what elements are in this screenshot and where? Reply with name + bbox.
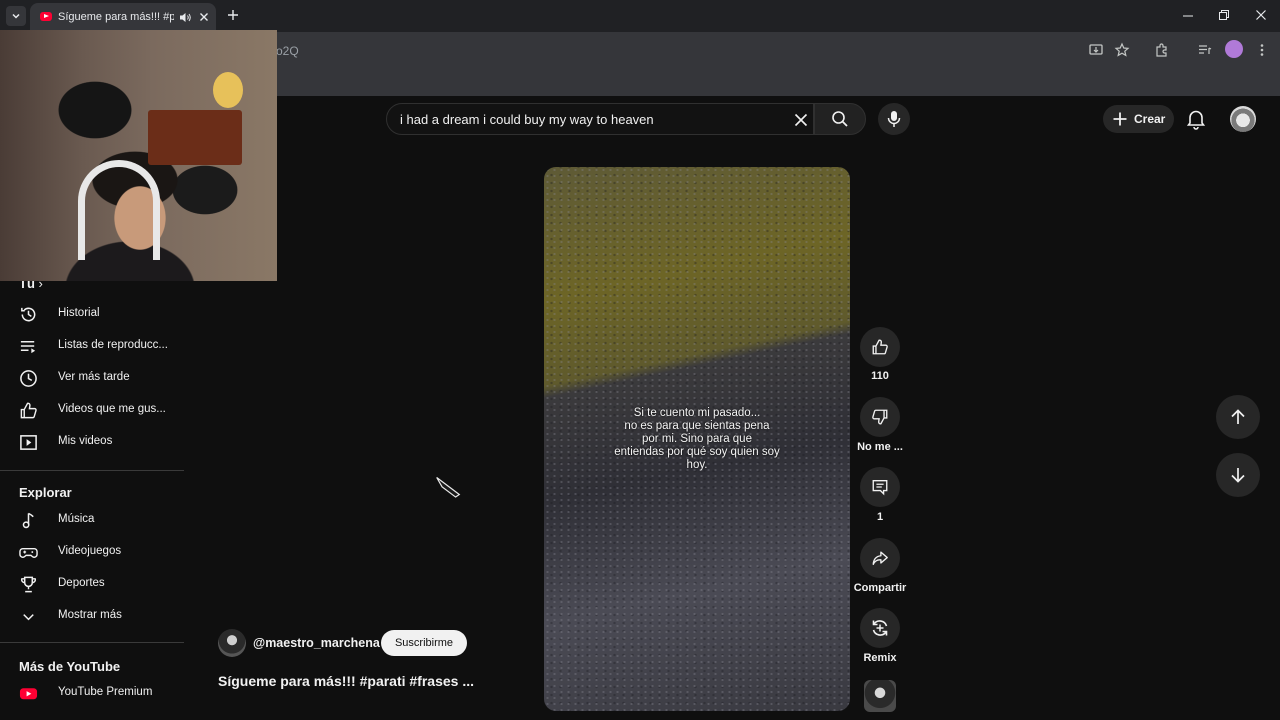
sidebar-item-my-videos[interactable]: Mis videos [0, 426, 184, 458]
voice-search-button[interactable] [878, 103, 910, 135]
chevron-down-icon [12, 13, 20, 19]
sidebar-item-label: Música [58, 513, 95, 525]
channel-avatar[interactable] [218, 629, 246, 657]
sidebar-item-label: Listas de reproducc... [58, 339, 168, 351]
sidebar-divider [0, 642, 184, 643]
youtube-premium-icon [19, 688, 38, 700]
sidebar-item-label: Mis videos [58, 435, 113, 447]
thumbs-down-icon [872, 409, 888, 425]
like-count: 110 [871, 370, 889, 382]
sidebar-item-label: YouTube Premium [58, 686, 153, 698]
speaker-icon[interactable] [179, 11, 192, 24]
share-label: Compartir [853, 582, 907, 594]
sidebar-item-label: Deportes [58, 577, 105, 589]
channel-name[interactable]: @maestro_marchena [253, 636, 380, 650]
comments-button[interactable] [860, 467, 900, 507]
thumbs-up-icon [872, 339, 888, 355]
sidebar-item-label: Ver más tarde [58, 371, 130, 383]
dislike-label: No me ... [857, 441, 903, 453]
sidebar-item-label: Videojuegos [58, 545, 122, 557]
create-button[interactable]: Crear [1103, 105, 1174, 133]
history-icon [21, 307, 36, 322]
install-app-icon[interactable] [1088, 42, 1104, 58]
notifications-bell-icon[interactable] [1186, 108, 1206, 130]
search-input[interactable]: i had a dream i could buy my way to heav… [386, 103, 814, 135]
menu-dots-icon[interactable] [1256, 42, 1268, 58]
tab-search-button[interactable] [6, 6, 26, 26]
profile-avatar[interactable] [1225, 40, 1243, 58]
sidebar-show-more[interactable]: Mostrar más [0, 600, 184, 632]
previous-short-button[interactable] [1216, 395, 1260, 439]
next-short-button[interactable] [1216, 453, 1260, 497]
sidebar-item-label: Mostrar más [58, 609, 122, 621]
remix-icon [872, 620, 888, 636]
search-button[interactable] [814, 103, 866, 135]
new-tab-icon[interactable] [226, 8, 240, 22]
browser-tab[interactable]: Sígueme para más!!! #parati #frases [30, 3, 216, 32]
close-window-icon[interactable] [1255, 8, 1267, 22]
sidebar-more-heading: Más de YouTube [19, 659, 121, 674]
sidebar-item-sports[interactable]: Deportes [0, 568, 184, 600]
restore-icon[interactable] [1218, 8, 1230, 22]
sidebar-divider [0, 470, 184, 471]
audio-source-thumbnail[interactable] [864, 680, 896, 712]
tab-title: Sígueme para más!!! #parati #frases [58, 11, 174, 23]
webcam-shelf [148, 110, 242, 165]
cursor-icon [436, 477, 461, 498]
arrow-down-icon [1231, 468, 1245, 483]
my-videos-icon [20, 435, 37, 450]
comment-count: 1 [876, 511, 884, 523]
close-tab-icon[interactable] [198, 11, 210, 23]
clear-search-icon[interactable] [793, 112, 809, 128]
video-title[interactable]: Sígueme para más!!! #parati #frases ... [218, 673, 474, 689]
sidebar-item-label: Historial [58, 307, 100, 319]
sidebar-item-music[interactable]: Música [0, 504, 184, 536]
sidebar-item-gaming[interactable]: Videojuegos [0, 536, 184, 568]
thumbs-up-icon [20, 402, 37, 419]
extensions-icon[interactable] [1154, 42, 1170, 58]
music-note-icon [22, 512, 34, 529]
chevron-down-icon [23, 614, 34, 621]
comment-icon [872, 480, 888, 496]
sidebar-item-history[interactable]: Historial [0, 298, 184, 330]
browser-tab-bar: Sígueme para más!!! #parati #frases [0, 0, 1280, 32]
sidebar-explore-heading: Explorar [19, 485, 72, 500]
microphone-icon [887, 111, 901, 127]
share-arrow-icon [872, 551, 888, 565]
share-button[interactable] [860, 538, 900, 578]
create-label: Crear [1134, 112, 1166, 126]
shorts-video-player[interactable]: Si te cuento mi pasado... no es para que… [544, 167, 850, 711]
trophy-icon [21, 576, 36, 593]
search-icon [832, 111, 848, 127]
sidebar-item-liked-videos[interactable]: Videos que me gus... [0, 394, 184, 426]
remix-button[interactable] [860, 608, 900, 648]
media-control-icon[interactable] [1197, 42, 1213, 58]
sidebar-item-playlists[interactable]: Listas de reproducc... [0, 330, 184, 362]
sidebar-item-watch-later[interactable]: Ver más tarde [0, 362, 184, 394]
search-query: i had a dream i could buy my way to heav… [400, 112, 654, 127]
like-button[interactable] [860, 327, 900, 367]
arrow-up-icon [1231, 409, 1245, 424]
address-bar[interactable]: o2Q [276, 44, 299, 58]
bookmark-star-icon[interactable] [1114, 42, 1130, 58]
gamepad-icon [19, 547, 38, 558]
minimize-icon[interactable] [1182, 8, 1194, 22]
subscribe-button[interactable]: Suscribirme [381, 630, 467, 656]
youtube-favicon-icon [40, 12, 52, 21]
webcam-overlay [0, 30, 277, 281]
webcam-headphones [78, 160, 160, 260]
playlist-icon [20, 340, 36, 354]
account-avatar[interactable] [1230, 106, 1256, 132]
video-caption-overlay: Si te cuento mi pasado... no es para que… [614, 407, 780, 471]
sidebar-item-label: Videos que me gus... [58, 403, 166, 415]
webcam-plush-toy [213, 72, 243, 108]
remix-label: Remix [863, 652, 897, 664]
sidebar-item-youtube-premium[interactable]: YouTube Premium [0, 677, 184, 709]
clock-icon [20, 370, 37, 387]
dislike-button[interactable] [860, 397, 900, 437]
plus-icon [1113, 112, 1127, 126]
